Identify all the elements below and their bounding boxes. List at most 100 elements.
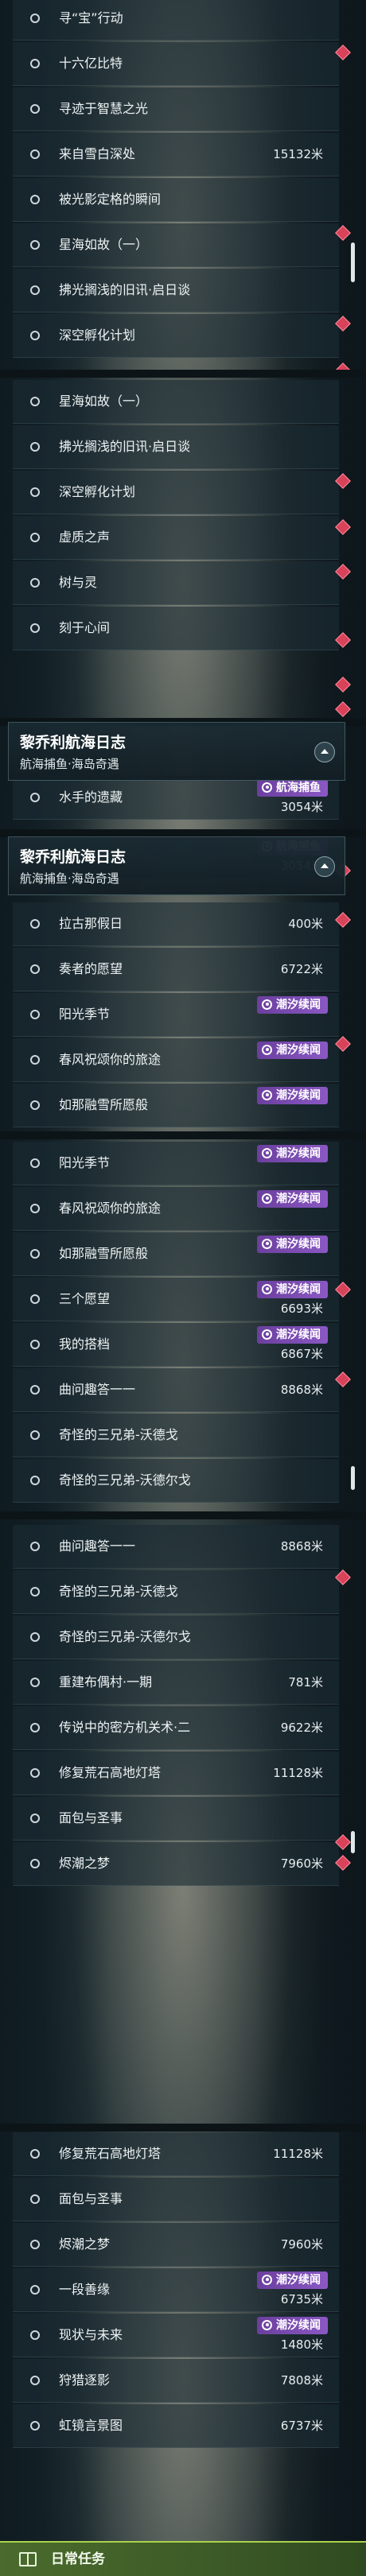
quest-row[interactable]: 星海如故（一） [13,380,339,424]
quest-row[interactable]: 水手的遗藏 航海捕鱼 3054米 [13,776,339,820]
tide-icon [262,1193,272,1204]
quest-row[interactable]: 修复荒石高地灯塔 11128米 [13,2132,339,2176]
quest-status-circle-icon [30,2194,40,2204]
quest-status-circle-icon [30,2421,40,2431]
quest-row[interactable]: 春风祝颂你的旅途 潮汐续闻 [13,1038,339,1082]
quest-tag-label: 潮汐续闻 [276,1193,321,1205]
tide-icon [262,1045,272,1055]
quest-status-circle-icon [30,195,40,204]
tide-icon [262,1090,272,1100]
quest-tag-badge: 航海捕鱼 [257,779,328,797]
quest-list-screen: 曲问趣答一一 8868米 奇怪的三兄弟-沃德戈 奇怪的三兄弟-沃德尔戈 重建布偶村·一期… [0,1515,366,2128]
quest-row[interactable]: 奇怪的三兄弟-沃德尔戈 [13,1459,339,1503]
collapse-chevron-icon[interactable] [314,742,335,762]
quest-tag-badge: 潮汐续闻 [257,2317,328,2334]
quest-row[interactable]: 拉古那假日 400米 [13,902,339,946]
quest-row[interactable]: 奇怪的三兄弟-沃德戈 [13,1414,339,1457]
quest-row[interactable]: 奏者的愿望 6722米 [13,948,339,991]
quest-row[interactable]: 奇怪的三兄弟-沃德尔戈 [13,1616,339,1659]
quest-row[interactable]: 曲问趣答一一 8868米 [13,1368,339,1412]
quest-row[interactable]: 阳光季节 潮汐续闻 [13,993,339,1037]
quest-row[interactable]: 一段善缘 潮汐续闻 6735米 [13,2268,339,2312]
scrollbar-thumb[interactable] [351,242,355,282]
quest-distance: 3054米 [280,800,323,814]
quest-title: 一段善缘 [59,2282,111,2297]
quest-row[interactable]: 曲问趣答一一 8868米 [13,1525,339,1569]
quest-row[interactable]: 春风祝颂你的旅途 潮汐续闻 [13,1187,339,1231]
quest-status-circle-icon [30,2149,40,2159]
quest-row[interactable]: 现状与未来 潮汐续闻 1480米 [13,2314,339,2357]
quest-row[interactable]: 修复荒石高地灯塔 11128米 [13,1752,339,1795]
quest-row[interactable]: 星海如故（一） [13,223,339,267]
quest-status-circle-icon [30,149,40,159]
quest-row[interactable]: 烬潮之梦 7960米 [13,2223,339,2267]
quest-tag-badge: 潮汐续闻 [257,1281,328,1298]
quest-row[interactable]: 十六亿比特 [13,42,339,86]
quest-list-screen: 星海如故（一） 拂光搁浅的旧讯·启日谈深空孵化计划 虚质之声 树与灵 刻于心间 [0,374,366,722]
quest-tag-label: 潮汐续闻 [276,1283,321,1296]
quest-status-circle-icon [30,1158,40,1168]
daily-tasks-label: 日常任务 [51,2551,105,2567]
quest-title: 深空孵化计划 [59,328,136,343]
quest-status-circle-icon [30,2285,40,2295]
quest-status-circle-icon [30,623,40,633]
quest-row[interactable]: 我的搭档 潮汐续闻 6867米 [13,1323,339,1367]
quest-row[interactable]: 阳光季节 潮汐续闻 [13,1142,339,1185]
quest-category-header[interactable]: 黎乔利航海日志 航海捕鱼·海岛奇遇 [8,722,345,781]
tide-icon [262,1284,272,1294]
quest-list-screen: 黎乔利航海日志航海捕鱼·海岛奇遇水手的遗藏航海捕鱼3054米拉古那假日400米奏… [0,833,366,1135]
quest-title: 虹镜言景图 [59,2418,123,2433]
quest-status-circle-icon [30,1542,40,1551]
quest-row[interactable]: 刻于心间 [13,607,339,650]
quest-row[interactable]: 拂光搁浅的旧讯·启日谈 [13,269,339,312]
quest-title: 烬潮之梦 [59,2237,111,2252]
quest-row[interactable]: 面包与圣事 [13,2178,339,2221]
quest-status-circle-icon [30,1768,40,1778]
quest-row[interactable]: 如那融雪所愿般 潮汐续闻 [13,1084,339,1127]
quest-distance: 7808米 [280,2373,323,2388]
quest-row[interactable]: 如那融雪所愿般 潮汐续闻 [13,1232,339,1276]
quest-row[interactable]: 深空孵化计划 [13,314,339,358]
daily-tasks-bar[interactable]: 日常任务 [0,2541,366,2576]
quest-row[interactable]: 被光影定格的瞬间 [13,178,339,222]
quest-title: 传说中的密方机关术·二 [59,1720,191,1735]
quest-row[interactable]: 深空孵化计划 [13,471,339,514]
quest-row[interactable]: 三个愿望 潮汐续闻 6693米 [13,1278,339,1321]
quest-row[interactable]: 虹镜言景图 6737米 [13,2404,339,2448]
quest-row[interactable]: 寻迹于智慧之光 [13,87,339,131]
quest-title: 拂光搁浅的旧讯·启日谈 [59,439,191,454]
quest-status-circle-icon [30,240,40,250]
quest-row[interactable]: 虚质之声 [13,516,339,560]
quest-row[interactable]: 狩猎逐影 7808米 [13,2359,339,2403]
quest-status-circle-icon [30,104,40,114]
track-marker-icon [335,701,351,717]
collapse-chevron-icon[interactable] [314,856,335,877]
quest-row[interactable]: 传说中的密方机关术·二 9622米 [13,1706,339,1750]
scrollbar-thumb[interactable] [351,1831,355,1853]
quest-title: 现状与未来 [59,2327,123,2342]
quest-distance: 8868米 [280,1383,323,1397]
quest-status-circle-icon [30,1476,40,1485]
category-title: 黎乔利航海日志 [20,848,127,866]
quest-title: 重建布偶村·一期 [59,1674,153,1690]
quest-row[interactable]: 面包与圣事 [13,1797,339,1841]
quest-title: 三个愿望 [59,1291,111,1306]
quest-row[interactable]: 拂光搁浅的旧讯·启日谈 [13,425,339,469]
quest-list-screen: 修复荒石高地灯塔 11128米 面包与圣事 烬潮之梦 7960米 一段善缘 潮汐续闻 6735… [0,2128,366,2541]
tide-icon [262,2320,272,2330]
quest-row[interactable]: 树与灵 [13,561,339,605]
quest-distance: 11128米 [273,1766,323,1780]
quest-list-screen: 阳光季节 潮汐续闻 春风祝颂你的旅途 潮汐续闻 如那融雪所愿般 潮汐续闻 三个愿望 潮汐续闻 6… [0,1135,366,1515]
quest-category-header[interactable]: 黎乔利航海日志 航海捕鱼·海岛奇遇 [8,836,345,895]
quest-tag-badge: 潮汐续闻 [257,1087,328,1104]
quest-title: 如那融雪所愿般 [59,1097,149,1112]
quest-row[interactable]: 烬潮之梦 7960米 [13,1842,339,1886]
quest-row[interactable]: 重建布偶村·一期 781米 [13,1661,339,1705]
quest-row[interactable]: 寻“宝”行动 [13,0,339,41]
scrollbar-thumb[interactable] [351,1466,355,1490]
quest-title: 十六亿比特 [59,56,123,71]
quest-row[interactable]: 奇怪的三兄弟-沃德戈 [13,1570,339,1614]
quest-row[interactable]: 来自雪白深处 15132米 [13,133,339,177]
quest-tag-badge: 潮汐续闻 [257,1042,328,1059]
quest-title: 奇怪的三兄弟-沃德尔戈 [59,1629,191,1644]
